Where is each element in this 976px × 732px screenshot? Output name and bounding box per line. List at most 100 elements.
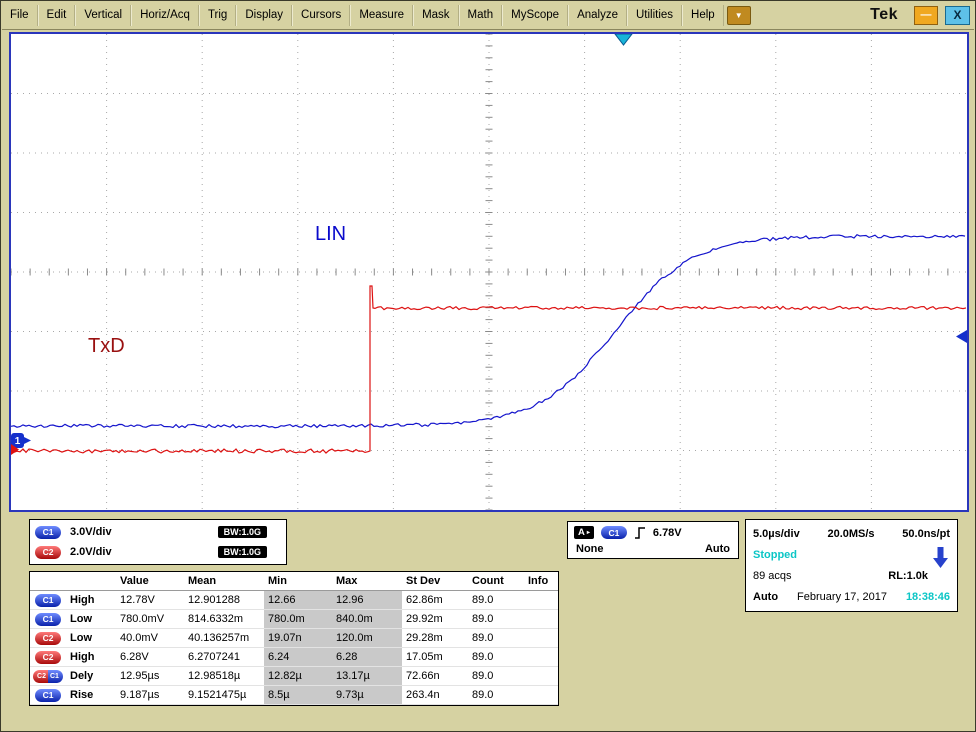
- measurement-info: [524, 591, 558, 610]
- menu-display[interactable]: Display: [236, 5, 292, 26]
- measurement-count: 89.0: [468, 591, 524, 610]
- menu-math[interactable]: Math: [459, 5, 503, 26]
- measurement-min: 8.5µ: [264, 686, 332, 705]
- slope-rising-icon: [634, 526, 646, 540]
- measurement-count: 89.0: [468, 629, 524, 648]
- measurement-count: 89.0: [468, 610, 524, 629]
- measurement-table: ValueMeanMinMaxSt DevCountInfoC1High12.7…: [29, 571, 559, 706]
- measurement-mean: 12.901288: [184, 591, 264, 610]
- column-header: Mean: [184, 572, 264, 591]
- menu-edit[interactable]: Edit: [38, 5, 76, 26]
- measurement-name: High: [66, 591, 116, 610]
- row-source-badge: C1: [30, 610, 66, 629]
- column-header: Min: [264, 572, 332, 591]
- row-source-badge: C2: [30, 648, 66, 667]
- measurement-name: Dely: [66, 667, 116, 686]
- measurement-max: 12.96: [332, 591, 402, 610]
- measurement-info: [524, 686, 558, 705]
- sample-rate: 20.0MS/s: [827, 528, 874, 540]
- datetime-row: Auto February 17, 2017 18:38:46: [753, 586, 950, 607]
- trigger-mode: Auto: [705, 543, 730, 555]
- channel-badge-c1: C1: [35, 689, 61, 702]
- acquisition-mode: Auto: [753, 591, 778, 603]
- chevron-down-icon: ▼: [735, 11, 743, 20]
- menu-trig[interactable]: Trig: [199, 5, 236, 26]
- menu-measure[interactable]: Measure: [350, 5, 413, 26]
- menu-vertical[interactable]: Vertical: [75, 5, 131, 26]
- date-value: February 17, 2017: [797, 591, 887, 603]
- close-button[interactable]: X: [945, 6, 970, 25]
- time-per-point: 50.0ns/pt: [902, 528, 950, 540]
- measurement-count: 89.0: [468, 667, 524, 686]
- menu-horiz-acq[interactable]: Horiz/Acq: [131, 5, 199, 26]
- channel-badge-c2[interactable]: C2: [35, 546, 61, 559]
- measurement-stdev: 17.05m: [402, 648, 468, 667]
- trigger-arrow-icon: ▸: [587, 529, 590, 536]
- vertical-readout-box: C1 3.0V/div BW:1.0GC2 2.0V/div BW:1.0G: [29, 519, 287, 565]
- channel-badge-c2: C2: [35, 632, 61, 645]
- badge-c2-part: C2: [33, 670, 48, 683]
- bandwidth-badge-c2: BW:1.0G: [218, 546, 267, 558]
- arrow-down-icon[interactable]: [933, 547, 948, 569]
- measurement-stdev: 72.66n: [402, 667, 468, 686]
- acq-status-row: Stopped: [753, 544, 950, 565]
- menu-mask[interactable]: Mask: [413, 5, 458, 26]
- record-length: RL:1.0k: [888, 570, 928, 582]
- channel-badge-c1[interactable]: C1: [35, 526, 61, 539]
- measurement-value: 780.0mV: [116, 610, 184, 629]
- column-header: St Dev: [402, 572, 468, 591]
- measurement-value: 6.28V: [116, 648, 184, 667]
- horizontal-readout-box: 5.0µs/div 20.0MS/s 50.0ns/pt Stopped 89 …: [745, 519, 958, 612]
- trigger-source-badge[interactable]: C1: [601, 526, 627, 539]
- menu-help[interactable]: Help: [682, 5, 724, 26]
- row-source-badge: C2: [30, 629, 66, 648]
- measurement-value: 9.187µs: [116, 686, 184, 705]
- measurement-min: 6.24: [264, 648, 332, 667]
- time-value: 18:38:46: [906, 591, 950, 603]
- waveform-display[interactable]: LIN TxD 1: [9, 32, 969, 512]
- trigger-position-marker[interactable]: [615, 34, 632, 45]
- menu-file[interactable]: File: [2, 5, 38, 26]
- minimize-icon: —: [921, 9, 932, 21]
- tek-logo: Tek: [870, 6, 898, 24]
- trigger-readout-box: A▸ C1 6.78V None Auto: [567, 521, 739, 559]
- measurement-mean: 6.2707241: [184, 648, 264, 667]
- ch1-ground-marker[interactable]: 1: [11, 433, 31, 448]
- vertical-row-c2: C2 2.0V/div BW:1.0G: [35, 543, 281, 561]
- measurement-value: 12.78V: [116, 591, 184, 610]
- header-badge-col: [30, 572, 66, 591]
- minimize-button[interactable]: —: [914, 6, 938, 25]
- measurement-max: 120.0m: [332, 629, 402, 648]
- menu-dropdown-button[interactable]: ▼: [727, 6, 751, 25]
- channel-badge-c2: C2: [35, 651, 61, 664]
- measurement-min: 12.82µ: [264, 667, 332, 686]
- measurement-info: [524, 610, 558, 629]
- trigger-level-value: 6.78V: [653, 527, 682, 539]
- menu-myscope[interactable]: MyScope: [502, 5, 568, 26]
- menu-utilities[interactable]: Utilities: [627, 5, 682, 26]
- graticule-grid: [11, 34, 967, 510]
- measurement-value: 40.0mV: [116, 629, 184, 648]
- scope-graticule: LIN TxD 1: [11, 34, 967, 510]
- menu-items: FileEditVerticalHoriz/AcqTrigDisplayCurs…: [2, 5, 724, 26]
- menu-cursors[interactable]: Cursors: [292, 5, 350, 26]
- measurement-max: 13.17µ: [332, 667, 402, 686]
- trigger-mode-row: None Auto: [574, 543, 732, 555]
- scale-c2: 2.0V/div: [70, 546, 112, 558]
- trigger-a-badge[interactable]: A▸: [574, 526, 594, 539]
- channel-badge-c2c1: C2C1: [32, 670, 64, 683]
- measurement-stdev: 29.92m: [402, 610, 468, 629]
- measurement-info: [524, 667, 558, 686]
- trigger-holdoff: None: [576, 543, 604, 555]
- time-per-div: 5.0µs/div: [753, 528, 800, 540]
- scale-c1: 3.0V/div: [70, 526, 112, 538]
- measurement-value: 12.95µs: [116, 667, 184, 686]
- menu-analyze[interactable]: Analyze: [568, 5, 627, 26]
- close-icon: X: [953, 8, 961, 22]
- measurement-name: Low: [66, 610, 116, 629]
- measurement-max: 6.28: [332, 648, 402, 667]
- measurement-max: 9.73µ: [332, 686, 402, 705]
- measurement-stdev: 263.4n: [402, 686, 468, 705]
- trigger-level-arrow[interactable]: [956, 330, 967, 343]
- channel-badge-c1: C1: [35, 594, 61, 607]
